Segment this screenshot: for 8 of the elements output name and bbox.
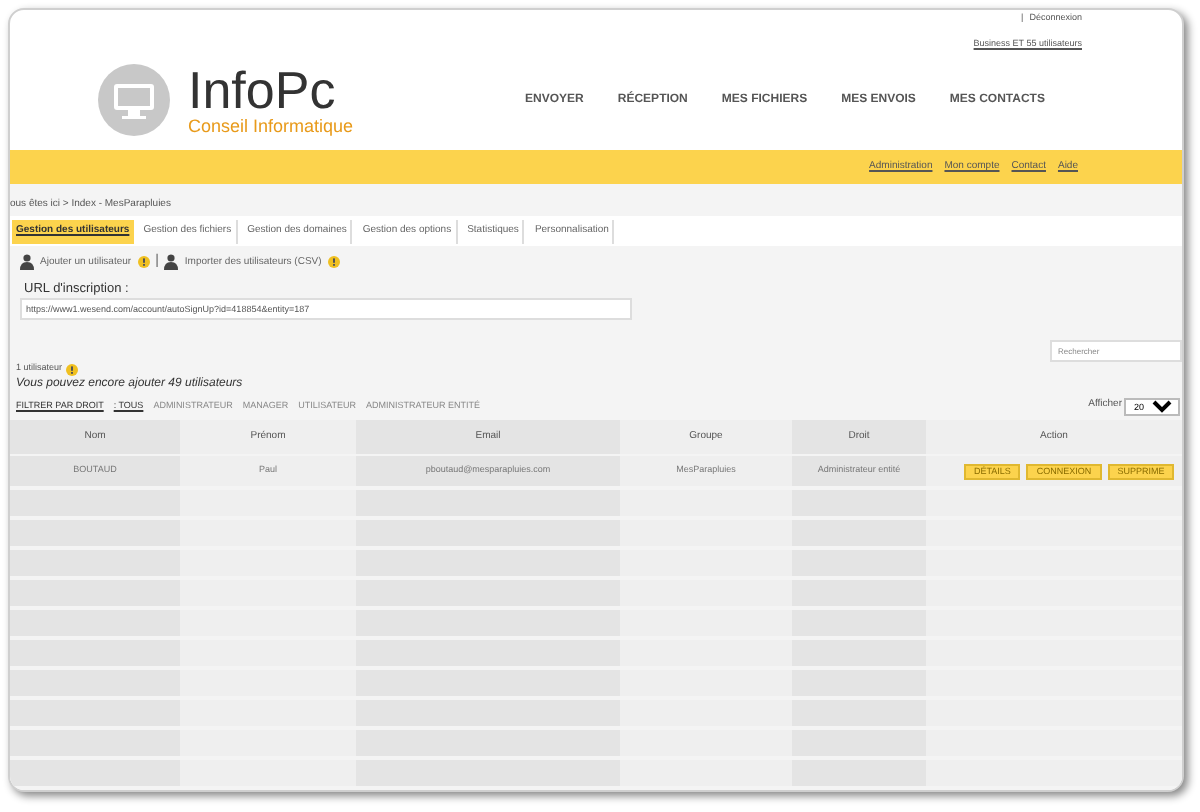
logo-title: InfoPc [188,64,336,116]
help-icon[interactable] [327,256,340,269]
help-icon[interactable] [66,363,79,376]
help-icon[interactable] [137,256,150,269]
user-icon [20,254,34,271]
user-icon [164,254,179,271]
logo-tagline: Conseil Informatique [188,116,354,136]
monitor-logo-icon [98,64,170,136]
